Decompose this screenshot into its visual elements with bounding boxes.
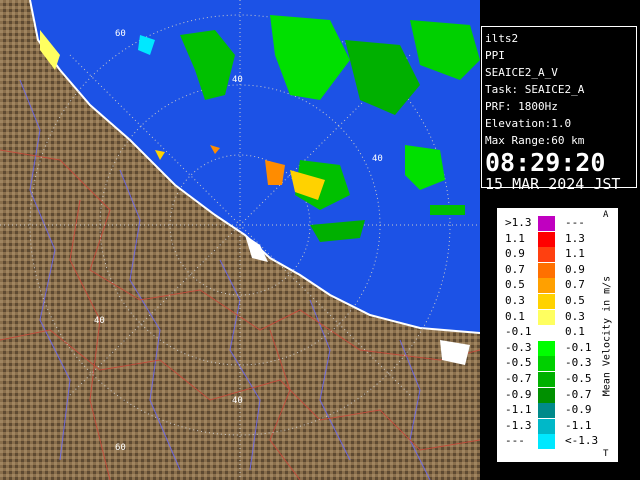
range-label-40-left: 40 — [94, 316, 105, 326]
scan-date: 15 MAR 2024 JST — [485, 175, 621, 193]
legend-row-lower-label: 0.7 — [505, 262, 525, 276]
legend-row-lower-label: -1.1 — [505, 403, 532, 417]
station-info-panel: ilts2 PPI SEAICE2_A_V Task: SEAICE2_A PR… — [481, 26, 637, 192]
legend-row-lower-label: 0.3 — [505, 294, 525, 307]
legend-row-lower-label: 1.1 — [505, 231, 525, 245]
legend-row-lower-label: -0.9 — [505, 387, 532, 401]
legend-row-upper-label: <-1.3 — [565, 434, 599, 448]
legend-title: Mean Velocity in m/s — [601, 275, 613, 397]
scan-mode: PPI — [485, 49, 505, 62]
legend-row: 0.3 0.5 — [497, 294, 597, 309]
legend-row-upper-label: -0.7 — [565, 387, 592, 401]
legend-row-upper-label: 0.1 — [565, 325, 585, 339]
legend-color-swatch — [538, 387, 555, 403]
range-label-40-right: 40 — [372, 154, 383, 164]
legend-bottom-mark: T — [603, 449, 609, 459]
legend-color-swatch — [538, 231, 555, 247]
legend-row-upper-label: 1.3 — [565, 231, 585, 245]
legend-row: -0.9 -0.7 — [497, 387, 597, 403]
legend-row-lower-label: 0.5 — [505, 278, 525, 292]
legend-row-upper-label: --- — [565, 216, 585, 229]
legend-color-swatch — [538, 403, 555, 419]
velocity-legend: >1.3 --- 1.1 1.3 0.9 1.1 0.7 0.9 0.5 0.7 0.3 0.5 0.1… — [497, 208, 618, 462]
elevation-value: Elevation:1.0 — [485, 117, 572, 130]
legend-row-upper-label: 0.9 — [565, 262, 585, 276]
legend-row-upper-label: 0.5 — [565, 294, 585, 307]
legend-row: 0.7 0.9 — [497, 262, 597, 278]
legend-row: >1.3 --- — [497, 216, 597, 231]
legend-title-container: Mean Velocity in m/s — [600, 216, 614, 456]
legend-color-swatch — [538, 356, 555, 372]
task-name: Task: SEAICE2_A — [485, 83, 585, 96]
legend-row: 0.5 0.7 — [497, 278, 597, 294]
legend-row: -0.5 -0.3 — [497, 356, 597, 372]
legend-row-upper-label: 0.3 — [565, 309, 585, 323]
legend-row-upper-label: -1.1 — [565, 418, 592, 432]
legend-row-lower-label: -1.3 — [505, 418, 532, 432]
legend-row: 0.9 1.1 — [497, 247, 597, 263]
legend-row: -1.3 -1.1 — [497, 418, 597, 434]
range-label-40-bottom: 40 — [232, 396, 243, 406]
legend-color-swatch — [538, 278, 555, 294]
legend-row-upper-label: -0.9 — [565, 403, 592, 417]
range-label-40-top: 40 — [232, 75, 243, 85]
legend-row: -0.3 -0.1 — [497, 340, 597, 356]
radar-ppi-map[interactable]: 60 40 40 40 40 60 — [0, 0, 480, 480]
legend-row-upper-label: 1.1 — [565, 247, 585, 261]
scan-time: 08:29:20 — [485, 148, 606, 177]
legend-row: --- <-1.3 — [497, 434, 598, 450]
legend-color-swatch — [538, 262, 555, 278]
legend-color-swatch — [538, 418, 555, 434]
legend-row-lower-label: >1.3 — [505, 216, 532, 229]
range-label-60-top: 60 — [115, 29, 126, 39]
legend-row-lower-label: -0.1 — [505, 325, 532, 339]
legend-row-lower-label: 0.9 — [505, 247, 525, 261]
legend-color-swatch — [538, 340, 555, 356]
max-range-value: Max Range:60 km — [485, 134, 585, 147]
legend-row: 0.1 0.3 — [497, 309, 597, 325]
legend-color-swatch — [538, 309, 555, 325]
legend-color-swatch — [538, 216, 555, 231]
legend-row-lower-label: --- — [505, 434, 525, 448]
prf-value: PRF: 1800Hz — [485, 100, 558, 113]
legend-row: 1.1 1.3 — [497, 231, 597, 247]
legend-row-upper-label: -0.3 — [565, 356, 592, 370]
product-name: SEAICE2_A_V — [485, 66, 558, 79]
legend-color-swatch — [538, 434, 555, 450]
legend-row: -1.1 -0.9 — [497, 403, 597, 419]
legend-row: -0.1 0.1 — [497, 325, 597, 341]
legend-color-swatch — [538, 325, 555, 341]
legend-color-swatch — [538, 247, 555, 263]
legend-row-lower-label: -0.7 — [505, 372, 532, 385]
legend-row-upper-label: -0.5 — [565, 372, 592, 385]
legend-color-swatch — [538, 372, 555, 387]
legend-row-lower-label: -0.3 — [505, 340, 532, 354]
range-label-60-bottom: 60 — [115, 443, 126, 453]
legend-color-swatch — [538, 294, 555, 309]
legend-row: -0.7 -0.5 — [497, 372, 597, 387]
legend-row-lower-label: -0.5 — [505, 356, 532, 370]
legend-row-upper-label: -0.1 — [565, 340, 592, 354]
station-name: ilts2 — [485, 32, 519, 45]
legend-row-lower-label: 0.1 — [505, 309, 525, 323]
legend-row-upper-label: 0.7 — [565, 278, 585, 292]
